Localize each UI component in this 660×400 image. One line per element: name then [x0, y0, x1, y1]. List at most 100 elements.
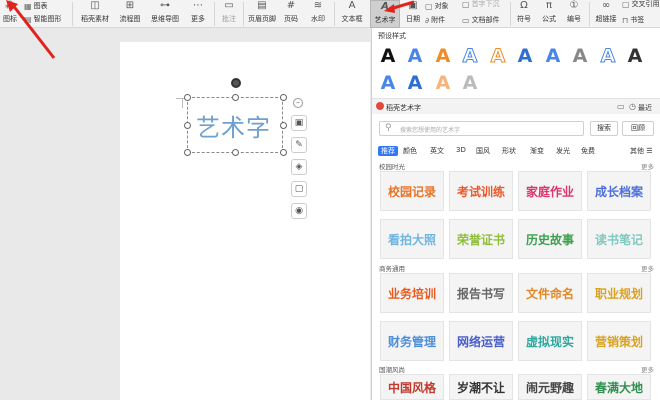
preset-style-0[interactable]: A	[378, 46, 398, 66]
bulb-icon[interactable]: ◉	[291, 203, 307, 219]
wordart-template-tile[interactable]: 闹元野趣	[518, 374, 582, 400]
other-categories[interactable]: 其他 ☰	[630, 146, 653, 156]
numbering-button[interactable]: ① 编号	[563, 0, 585, 28]
textbox-button[interactable]: A 文本框	[338, 0, 366, 28]
resize-handle[interactable]	[280, 94, 287, 101]
section-more-link[interactable]: 更多	[641, 263, 654, 273]
preset-style-5[interactable]: A	[515, 46, 535, 66]
preset-style-12[interactable]: A	[433, 73, 453, 93]
preset-title: 预设样式	[378, 32, 406, 40]
section-title: 校园时光	[379, 163, 405, 171]
chat-icon[interactable]: ▭	[617, 102, 625, 111]
preset-style-10[interactable]: A	[378, 73, 398, 93]
preset-style-11[interactable]: A	[405, 73, 425, 93]
wordart-template-tile[interactable]: 看拍大照	[380, 219, 444, 259]
bookmark-button[interactable]: ⊓ 书签	[622, 15, 644, 25]
document-page[interactable]	[120, 42, 370, 400]
symbol-button[interactable]: Ω 符号	[513, 0, 535, 28]
search-button[interactable]: 搜索	[590, 121, 618, 136]
outline-icon[interactable]: ▢	[291, 181, 307, 197]
collapse-icon[interactable]: –	[293, 98, 303, 108]
preset-style-7[interactable]: A	[570, 46, 590, 66]
preset-style-1[interactable]: A	[405, 46, 425, 66]
wordart-template-tile[interactable]: 业务培训	[380, 273, 444, 313]
drop-cap-button[interactable]: ▢ 首字下沉	[462, 0, 500, 9]
page-number-button[interactable]: # 页码	[280, 0, 302, 28]
preset-style-6[interactable]: A	[543, 46, 563, 66]
wordart-template-tile[interactable]: 网络运营	[449, 321, 513, 361]
wordart-template-tile[interactable]: 职业规划	[587, 273, 651, 313]
pen-icon[interactable]: ✎	[291, 137, 307, 153]
wordart-template-tile[interactable]: 文件命名	[518, 273, 582, 313]
margin-mark	[182, 98, 183, 108]
flowchart-icon: ⊞	[125, 0, 135, 11]
wordart-template-tile[interactable]: 成长档案	[587, 171, 651, 211]
category-tab-2[interactable]: 英文	[430, 146, 444, 156]
wordart-template-tile[interactable]: 虚拟现实	[518, 321, 582, 361]
attachment-button[interactable]: ∂ 附件	[425, 15, 445, 25]
wordart-template-tile[interactable]: 荣誉证书	[449, 219, 513, 259]
preset-style-4[interactable]: A	[488, 46, 508, 67]
bookmark-icon: ⊓	[622, 15, 629, 25]
preset-style-13[interactable]: A	[460, 73, 480, 93]
wordart-template-tile[interactable]: 中国风格	[380, 374, 444, 400]
flowchart-button[interactable]: ⊞ 流程图	[114, 0, 146, 28]
preset-style-2[interactable]: A	[433, 46, 453, 66]
hyperlink-button[interactable]: ∞ 超链接	[592, 0, 620, 28]
wordart-template-tile[interactable]: 读书笔记	[587, 219, 651, 259]
search-icon: ⚲	[385, 123, 392, 133]
category-tab-8[interactable]: 免费	[581, 146, 595, 156]
category-tab-4[interactable]: 国风	[476, 146, 490, 156]
resize-handle[interactable]	[280, 149, 287, 156]
wordart-template-tile[interactable]: 财务管理	[380, 321, 444, 361]
annotation-arrow	[384, 0, 414, 13]
mindmap-button[interactable]: ⊶ 思维导图	[148, 0, 182, 28]
comment-icon: ▭	[224, 0, 234, 11]
resize-handle[interactable]	[184, 94, 191, 101]
watermark-button[interactable]: ≋ 水印	[306, 0, 330, 28]
resize-handle[interactable]	[232, 94, 239, 101]
more-icon: ⋯	[193, 0, 203, 11]
category-tab-0[interactable]: 推荐	[378, 146, 398, 156]
fill-icon[interactable]: ◈	[291, 159, 307, 175]
formula-button[interactable]: π 公式	[537, 0, 561, 28]
category-tab-5[interactable]: 形状	[502, 146, 516, 156]
wordart-template-tile[interactable]: 春满大地	[587, 374, 651, 400]
wordart-template-tile[interactable]: 考试训练	[449, 171, 513, 211]
header-footer-button[interactable]: ▤ 页眉页脚	[246, 0, 278, 28]
category-tab-7[interactable]: 发光	[556, 146, 570, 156]
section-more-link[interactable]: 更多	[641, 364, 654, 374]
wordart-template-tile[interactable]: 家庭作业	[518, 171, 582, 211]
preset-style-3[interactable]: A	[460, 46, 480, 67]
doc-parts-button[interactable]: ▭ 文档部件	[462, 15, 500, 25]
category-tab-6[interactable]: 渐变	[530, 146, 544, 156]
materials-button[interactable]: ◫ 稻壳素材	[78, 0, 112, 28]
section-more-link[interactable]: 更多	[641, 161, 654, 171]
rotate-handle[interactable]	[231, 78, 241, 88]
wordart-template-tile[interactable]: 岁潮不让	[449, 374, 513, 400]
crossref-button[interactable]: ▢ 交叉引用	[622, 0, 660, 9]
wordart-textbox[interactable]: 艺术字	[187, 97, 283, 153]
hyperlink-icon: ∞	[601, 0, 611, 11]
more-button[interactable]: ⋯ 更多	[186, 0, 210, 28]
wordart-template-tile[interactable]: 校园记录	[380, 171, 444, 211]
category-tab-3[interactable]: 3D	[456, 146, 466, 154]
collapse-button[interactable]: 回顾	[622, 121, 654, 136]
resize-handle[interactable]	[184, 149, 191, 156]
preset-style-8[interactable]: A	[598, 46, 618, 67]
preset-style-9[interactable]: A	[625, 46, 645, 66]
category-tab-1[interactable]: 颜色	[403, 146, 417, 156]
comment-button[interactable]: ▭ 批注	[218, 0, 240, 28]
wordart-template-tile[interactable]: 营销策划	[587, 321, 651, 361]
object-button[interactable]: ▢ 对象	[425, 1, 449, 11]
wordart-template-tile[interactable]: 历史故事	[518, 219, 582, 259]
wordart-template-tile[interactable]: 报告书写	[449, 273, 513, 313]
resize-handle[interactable]	[232, 149, 239, 156]
wordart-text[interactable]: 艺术字	[196, 108, 271, 143]
wordart-search-input[interactable]: ⚲ 搜索您想使用的艺术字	[379, 121, 584, 136]
recent-link[interactable]: 最近	[638, 103, 652, 113]
resize-handle[interactable]	[184, 122, 191, 129]
resize-handle[interactable]	[280, 122, 287, 129]
clock-icon[interactable]: ◷	[629, 102, 636, 111]
layout-option-icon[interactable]: ▣	[291, 115, 307, 131]
